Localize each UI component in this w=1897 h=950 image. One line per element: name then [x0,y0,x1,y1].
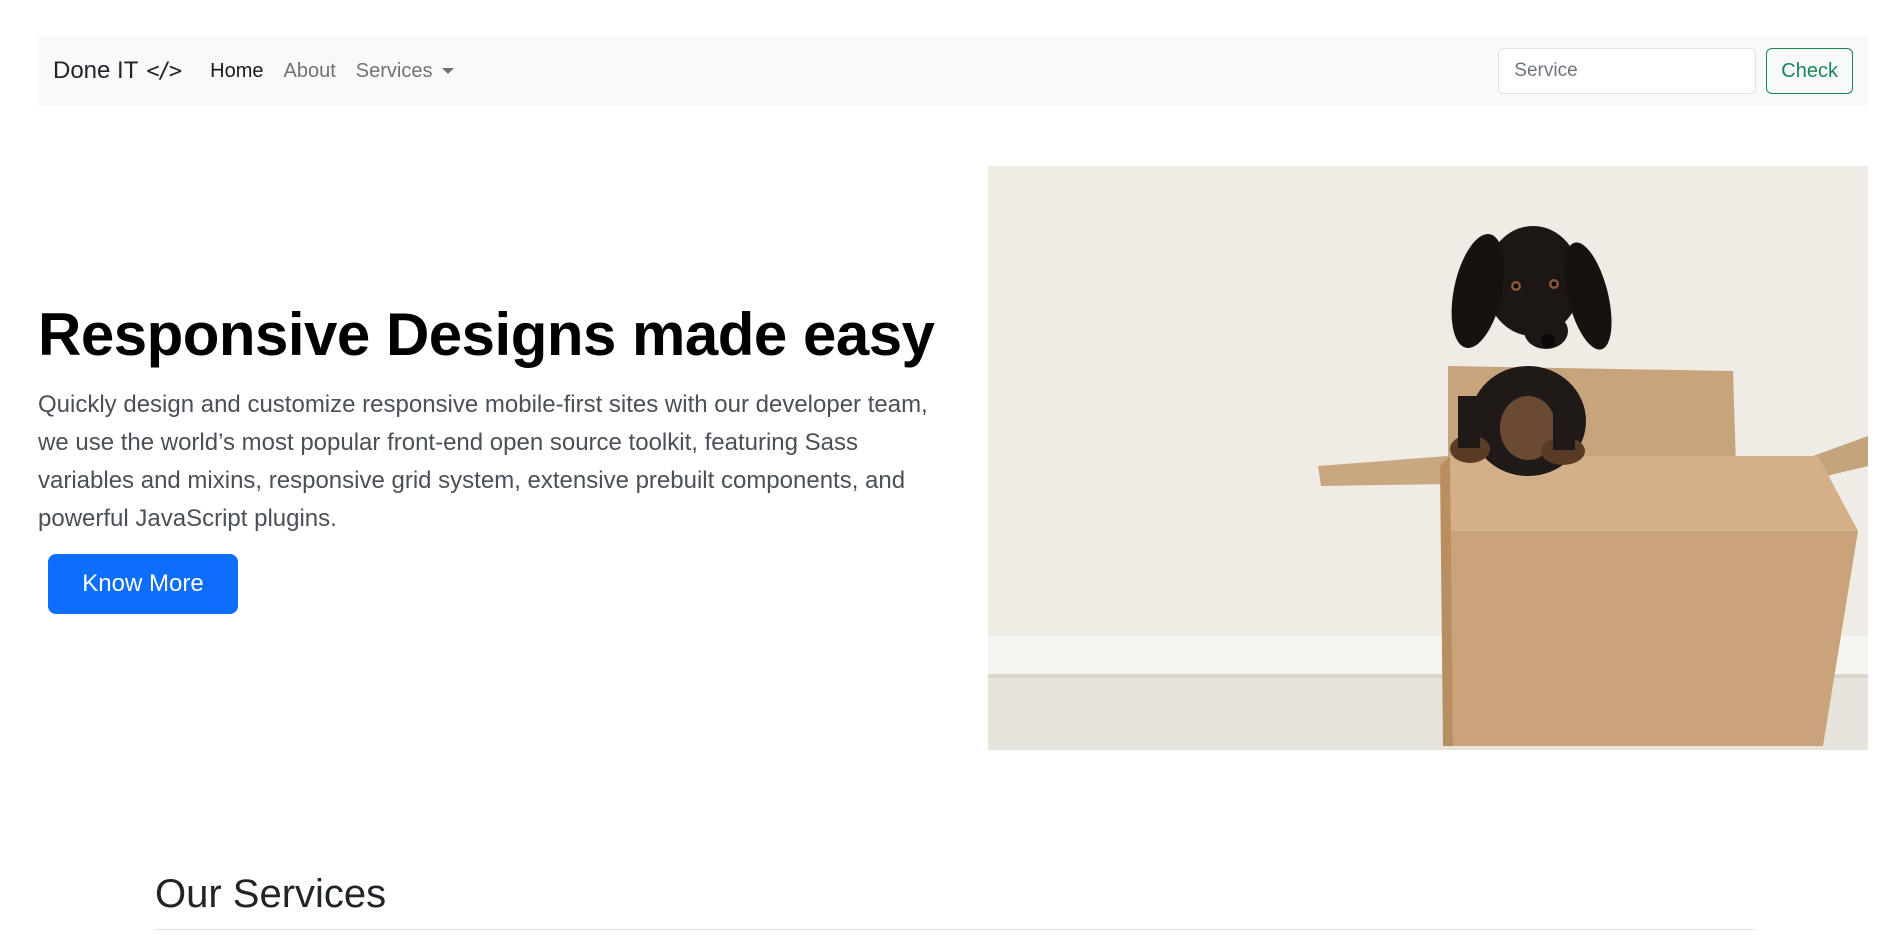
search-input[interactable] [1498,48,1757,94]
hero-title: Responsive Designs made easy [38,301,935,368]
search-form: Check [1498,48,1853,94]
nav-link-home[interactable]: Home [210,60,263,83]
nav-links: Home About Services [210,60,455,83]
brand-link[interactable]: Done IT </> [53,57,182,85]
dog-in-box-photo-icon [988,166,1868,750]
hero-image [988,166,1868,750]
know-more-button[interactable]: Know More [48,554,238,614]
hero-lead: Quickly design and customize responsive … [38,391,928,532]
code-icon: </> [146,58,182,84]
nav-dropdown-services[interactable]: Services [356,60,455,83]
services-divider [155,929,1755,930]
services-title: Our Services [155,872,387,916]
brand-name: Done IT [53,57,139,84]
navbar: Done IT </> Home About Services Check [38,36,1868,106]
nav-link-about[interactable]: About [283,60,335,83]
check-button[interactable]: Check [1766,48,1853,94]
caret-down-icon [442,68,455,74]
nav-dropdown-services-label: Services [355,59,433,82]
